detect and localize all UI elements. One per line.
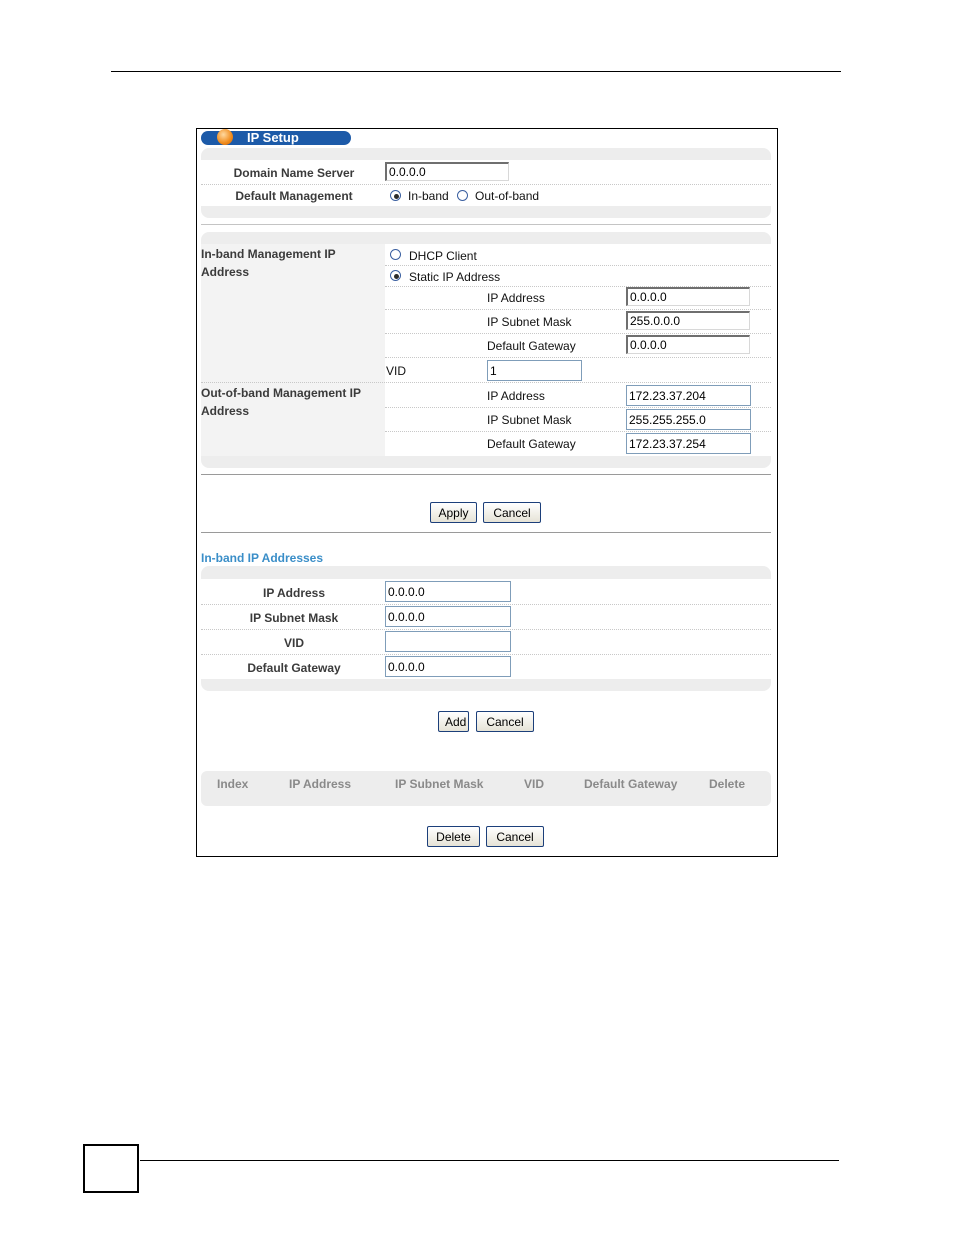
divider xyxy=(201,224,771,225)
page-number-box xyxy=(83,1144,139,1193)
window-title: IP Setup xyxy=(247,130,299,145)
inband-addresses-title: In-band IP Addresses xyxy=(201,551,324,565)
outband-ip-label: IP Address xyxy=(487,389,545,403)
outband-gateway-label: Default Gateway xyxy=(487,437,576,451)
outband-radio[interactable] xyxy=(457,190,468,201)
divider xyxy=(201,532,771,533)
addresses-table-header xyxy=(201,771,771,806)
inband-mask-input[interactable] xyxy=(626,311,750,330)
page-footer-rule xyxy=(140,1160,839,1161)
outband-mgmt-label-1: Out-of-band Management IP xyxy=(201,386,361,400)
outband-mask-input[interactable] xyxy=(626,409,751,430)
outband-ip-input[interactable] xyxy=(626,385,751,406)
divider xyxy=(201,474,771,475)
inband-mgmt-label-2: Address xyxy=(201,265,250,279)
add-mask-label: IP Subnet Mask xyxy=(249,611,339,625)
add-vid-input[interactable] xyxy=(385,631,511,652)
add-button[interactable]: Add xyxy=(438,711,469,732)
outband-radio-label: Out-of-band xyxy=(475,189,540,203)
vid-label: VID xyxy=(386,364,407,378)
delete-button[interactable]: Delete xyxy=(427,826,480,847)
inband-ip-label: IP Address xyxy=(487,291,545,305)
inband-radio[interactable] xyxy=(390,190,401,201)
static-ip-radio[interactable] xyxy=(390,270,401,281)
inband-gateway-input[interactable] xyxy=(626,335,750,354)
col-delete: Delete xyxy=(709,777,746,791)
col-index: Index xyxy=(217,777,249,791)
col-subnet-mask: IP Subnet Mask xyxy=(395,777,484,791)
add-vid-label: VID xyxy=(283,636,304,650)
outband-gateway-input[interactable] xyxy=(626,433,751,454)
inband-mgmt-label-1: In-band Management IP xyxy=(201,247,336,261)
static-ip-label: Static IP Address xyxy=(409,270,501,284)
col-ip-address: IP Address xyxy=(289,777,352,791)
dhcp-client-label: DHCP Client xyxy=(409,249,477,263)
window-title-bar: IP Setup xyxy=(201,129,351,145)
dhcp-client-radio[interactable] xyxy=(390,249,401,260)
inband-gateway-label: Default Gateway xyxy=(487,339,576,353)
cancel-button[interactable]: Cancel xyxy=(483,502,541,523)
apply-button[interactable]: Apply xyxy=(430,502,477,523)
outband-mask-label: IP Subnet Mask xyxy=(487,413,572,427)
add-gateway-label: Default Gateway xyxy=(247,661,341,675)
col-default-gateway: Default Gateway xyxy=(584,777,678,791)
inband-mask-label: IP Subnet Mask xyxy=(487,315,572,329)
add-ip-label: IP Address xyxy=(262,586,326,600)
status-orb-icon xyxy=(217,129,233,145)
col-vid: VID xyxy=(524,777,545,791)
vid-input[interactable] xyxy=(487,360,582,381)
add-gateway-input[interactable] xyxy=(385,656,511,677)
dns-label: Domain Name Server xyxy=(233,166,355,180)
default-management-label: Default Management xyxy=(235,189,353,203)
add-mask-input[interactable] xyxy=(385,606,511,627)
page-header-rule xyxy=(111,71,841,72)
outband-mgmt-label-2: Address xyxy=(201,404,250,418)
add-ip-input[interactable] xyxy=(385,581,511,602)
cancel-add-button[interactable]: Cancel xyxy=(476,711,534,732)
cancel-delete-button[interactable]: Cancel xyxy=(486,826,544,847)
dns-input[interactable] xyxy=(385,162,509,181)
inband-radio-label: In-band xyxy=(408,189,449,203)
inband-ip-input[interactable] xyxy=(626,287,750,306)
